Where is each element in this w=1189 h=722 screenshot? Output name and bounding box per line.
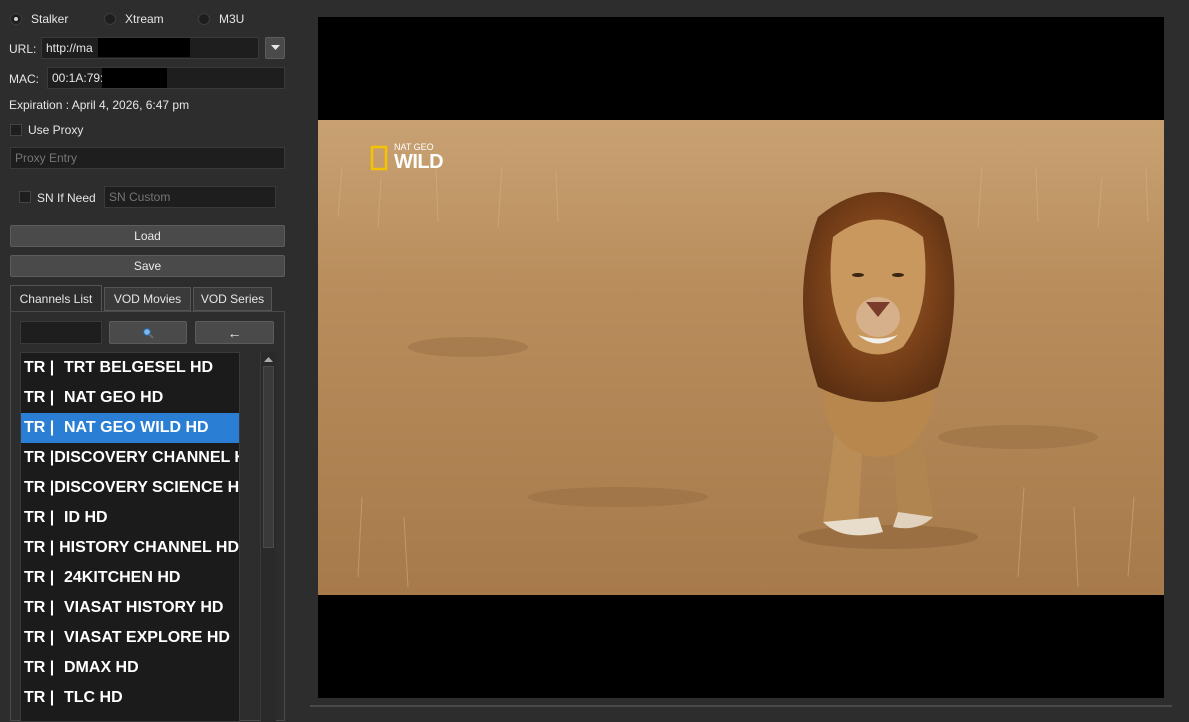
- channel-row[interactable]: TR | 24KITCHEN HD: [21, 563, 239, 593]
- channel-row[interactable]: TR | DISCOVERY CHANNEL HD: [21, 443, 239, 473]
- channel-row[interactable]: TR | VIASAT EXPLORE HD: [21, 623, 239, 653]
- url-value: http://ma: [46, 41, 93, 55]
- radio-stalker-indicator: [10, 13, 22, 25]
- channel-logo: NAT GEO WILD: [394, 143, 444, 173]
- url-label: URL:: [9, 42, 37, 56]
- video-player[interactable]: NAT GEO WILD: [318, 17, 1164, 698]
- sn-custom-input[interactable]: [104, 186, 276, 208]
- channel-row[interactable]: TR | TLC HD: [21, 683, 239, 713]
- channel-row[interactable]: TR | HISTORY CHANNEL HD: [21, 533, 239, 563]
- radio-xtream[interactable]: Xtream: [104, 12, 164, 26]
- use-proxy-label: Use Proxy: [28, 123, 84, 137]
- mac-redaction: [102, 68, 167, 88]
- logo-bottom-text: WILD: [394, 151, 444, 173]
- radio-stalker-label: Stalker: [31, 12, 69, 26]
- channel-row[interactable]: TR | ID HD: [21, 503, 239, 533]
- tab-channels-list[interactable]: Channels List: [10, 285, 102, 311]
- mac-label: MAC:: [9, 72, 39, 86]
- channel-row[interactable]: TR | TRT BELGESEL HD: [21, 353, 239, 383]
- back-button[interactable]: ←: [195, 321, 274, 344]
- channel-row[interactable]: TR | NAT GEO HD: [21, 383, 239, 413]
- url-redaction: [98, 38, 190, 57]
- scroll-up-arrow-icon[interactable]: [261, 354, 276, 366]
- mac-value: 00:1A:79:: [52, 71, 104, 85]
- chevron-down-icon: [270, 45, 280, 50]
- expiration-text: Expiration : April 4, 2026, 6:47 pm: [9, 98, 190, 112]
- radio-xtream-indicator: [104, 13, 116, 25]
- radio-m3u-indicator: [198, 13, 210, 25]
- proxy-entry-input[interactable]: [10, 147, 285, 169]
- video-frame-image: [318, 120, 1164, 595]
- channel-row[interactable]: TR | DMAX HD: [21, 653, 239, 683]
- channel-row[interactable]: TR | VIASAT HISTORY HD: [21, 593, 239, 623]
- sn-label: SN If Need: [37, 191, 96, 205]
- bottom-separator: [310, 705, 1172, 707]
- load-button[interactable]: Load: [10, 225, 285, 247]
- save-button[interactable]: Save: [10, 255, 285, 277]
- channel-row-selected[interactable]: TR | NAT GEO WILD HD: [21, 413, 239, 443]
- radio-xtream-label: Xtream: [125, 12, 164, 26]
- search-button[interactable]: [109, 321, 187, 344]
- radio-stalker[interactable]: Stalker: [10, 12, 68, 26]
- search-icon: [142, 327, 154, 339]
- tab-vod-movies[interactable]: VOD Movies: [104, 287, 191, 311]
- url-history-dropdown[interactable]: [265, 37, 285, 59]
- channel-list[interactable]: TR | TRT BELGESEL HD TR | NAT GEO HD TR | N…: [20, 352, 240, 722]
- tab-vod-series[interactable]: VOD Series: [193, 287, 272, 311]
- radio-m3u-label: M3U: [219, 12, 245, 26]
- use-proxy-checkbox[interactable]: [10, 124, 22, 136]
- radio-m3u[interactable]: M3U: [198, 12, 244, 26]
- channel-row[interactable]: TR | DISCOVERY SCIENCE HD: [21, 473, 239, 503]
- channel-list-scrollbar[interactable]: [260, 352, 276, 722]
- scrollbar-thumb[interactable]: [263, 366, 274, 548]
- sn-checkbox[interactable]: [19, 191, 31, 203]
- channel-search-input[interactable]: [20, 321, 102, 344]
